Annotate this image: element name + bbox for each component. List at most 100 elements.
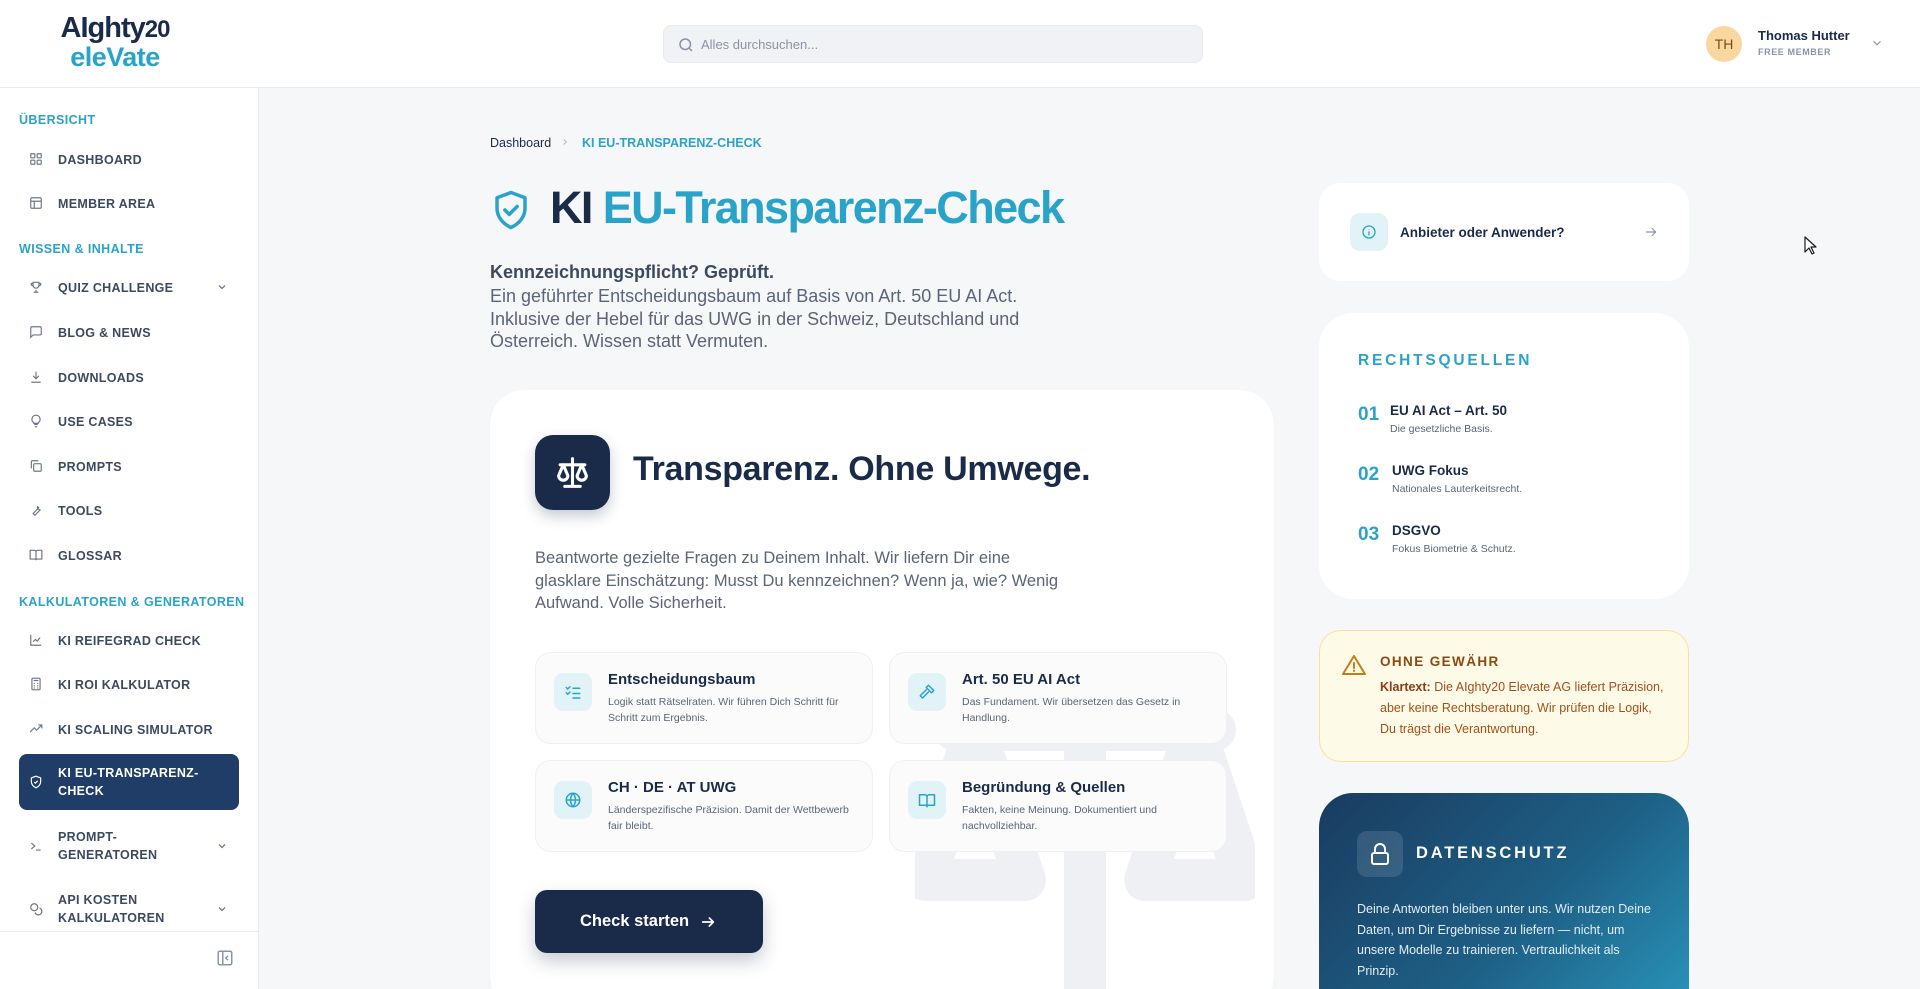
feature-art50: Art. 50 EU AI Act Das Fundament. Wir übe… — [889, 652, 1227, 744]
arrow-right-icon — [701, 917, 715, 927]
sidebar-item-label: KI SCALING SIMULATOR — [58, 723, 213, 737]
intro-card: Transparenz. Ohne Umwege. Beantworte gez… — [490, 390, 1274, 989]
feature-entscheidungsbaum: Entscheidungsbaum Logik statt Rätselrate… — [535, 652, 873, 744]
coins-icon — [30, 903, 43, 916]
feature-desc: Länderspezifische Präzision. Damit der W… — [608, 804, 849, 832]
breadcrumb-current: KI EU-TRANSPARENZ-CHECK — [582, 136, 762, 150]
calculator-icon — [31, 677, 41, 691]
feature-desc: Fakten, keine Meinung. Dokumentiert und … — [962, 804, 1157, 832]
shield-check-icon — [495, 190, 527, 230]
sidebar-item-use-cases[interactable]: USE CASES — [19, 403, 239, 439]
trend-icon — [29, 724, 43, 733]
sidebar-item-label: BLOG & NEWS — [58, 326, 151, 340]
logo-number: 20 — [144, 16, 171, 43]
sidebar-section-calculators: KALKULATOREN & GENERATOREN — [19, 595, 245, 609]
privacy-card: DATENSCHUTZ Deine Antworten bleiben unte… — [1319, 793, 1689, 989]
logo[interactable]: AIghty20 eleVate — [50, 14, 180, 71]
source-number: 02 — [1358, 464, 1380, 485]
feature-quellen: Begründung & Quellen Fakten, keine Meinu… — [889, 760, 1227, 852]
sidebar-item-label: KI REIFEGRAD CHECK — [58, 634, 201, 648]
sidebar-item-label: TOOLS — [58, 504, 103, 518]
sidebar-section-knowledge: WISSEN & INHALTE — [19, 242, 144, 256]
legal-sources-card: RECHTSQUELLEN 01 EU AI Act – Art. 50 Die… — [1319, 313, 1689, 599]
sidebar-item-label: PROMPT-GENERATOREN — [58, 830, 158, 862]
globe-icon — [565, 792, 581, 808]
sidebar-item-member-area[interactable]: MEMBER AREA — [19, 185, 239, 221]
sidebar-item-ki-roi-kalkulator[interactable]: KI ROI KALKULATOR — [19, 666, 239, 702]
sidebar-item-api-kosten-kalkulatoren[interactable]: API KOSTEN KALKULATOREN — [19, 881, 239, 937]
scale-icon-badge — [535, 435, 610, 510]
chevron-down-icon — [1873, 40, 1881, 46]
search-icon — [679, 38, 693, 52]
source-desc: Fokus Biometrie & Schutz. — [1392, 543, 1516, 555]
start-check-button[interactable]: Check starten — [535, 890, 763, 953]
gavel-icon — [919, 684, 935, 699]
chart-icon — [30, 634, 42, 646]
sidebar-item-blog-news[interactable]: BLOG & NEWS — [19, 314, 239, 350]
sidebar-item-label: USE CASES — [58, 415, 133, 429]
chevron-down-icon — [218, 844, 226, 849]
legal-source-item: 02 UWG Fokus Nationales Lauterkeitsrecht… — [1358, 463, 1658, 503]
sidebar-item-tools[interactable]: TOOLS — [19, 492, 239, 528]
sidebar-item-downloads[interactable]: DOWNLOADS — [19, 359, 239, 395]
sidebar-collapse-icon[interactable] — [216, 949, 234, 967]
feature-desc: Das Fundament. Wir übersetzen das Gesetz… — [962, 696, 1181, 724]
sidebar-item-ki-scaling-simulator[interactable]: KI SCALING SIMULATOR — [19, 711, 239, 747]
book-icon — [29, 549, 43, 561]
warning-icon — [1342, 655, 1366, 675]
sidebar-item-ki-eu-transparenz-check[interactable]: KI EU-TRANSPARENZ-CHECK — [19, 754, 239, 810]
feature-title: Art. 50 EU AI Act — [962, 671, 1081, 688]
legal-source-item: 01 EU AI Act – Art. 50 Die gesetzliche B… — [1358, 403, 1658, 443]
page-title-part1: KI — [550, 182, 593, 233]
sidebar-divider — [0, 931, 259, 932]
chevron-right-icon — [563, 139, 567, 145]
legal-source-item: 03 DSGVO Fokus Biometrie & Schutz. — [1358, 523, 1658, 563]
sidebar-item-dashboard[interactable]: DASHBOARD — [19, 141, 239, 177]
feature-uwg: CH · DE · AT UWG Länderspezifische Präzi… — [535, 760, 873, 852]
layout-icon — [30, 197, 42, 209]
sidebar-item-prompt-generatoren[interactable]: PROMPT-GENERATOREN — [19, 818, 239, 874]
logo-line1: AIghty — [60, 12, 146, 44]
sidebar-item-label: KI ROI KALKULATOR — [58, 678, 191, 692]
download-icon — [31, 371, 41, 383]
breadcrumb-dashboard[interactable]: Dashboard — [490, 136, 551, 150]
sidebar-item-prompts[interactable]: PROMPTS — [19, 448, 239, 484]
arrow-right-icon — [1645, 227, 1657, 237]
disclaimer-bold: Klartext: — [1380, 680, 1431, 694]
sidebar-item-ki-reifegrad-check[interactable]: KI REIFEGRAD CHECK — [19, 622, 239, 658]
scale-icon — [557, 457, 588, 488]
chat-icon — [30, 326, 42, 339]
feature-desc: Logik statt Rätselraten. Wir führen Dich… — [608, 696, 839, 724]
search-input[interactable] — [701, 26, 1181, 62]
sidebar-item-label: KI EU-TRANSPARENZ-CHECK — [58, 766, 199, 798]
terminal-icon — [30, 842, 41, 851]
source-number: 03 — [1358, 524, 1380, 545]
sidebar-item-quiz-challenge[interactable]: QUIZ CHALLENGE — [19, 269, 239, 305]
copy-icon — [30, 460, 42, 472]
sidebar-item-label: QUIZ CHALLENGE — [58, 281, 174, 295]
feature-title: Begründung & Quellen — [962, 779, 1126, 796]
source-title: UWG Fokus — [1392, 463, 1469, 478]
sidebar: ÜBERSICHT DASHBOARD MEMBER AREA WISSEN &… — [0, 88, 259, 989]
source-title: EU AI Act – Art. 50 — [1390, 403, 1508, 418]
page-subtitle: Ein geführter Entscheidungsbaum auf Basi… — [490, 286, 1020, 351]
chevron-down-icon — [218, 907, 226, 912]
logo-line2: eleVate — [70, 42, 160, 72]
lock-icon — [1371, 843, 1389, 865]
user-menu[interactable]: TH Thomas Hutter FREE MEMBER — [1706, 26, 1886, 62]
grid-icon — [30, 153, 42, 165]
sidebar-item-glossar[interactable]: GLOSSAR — [19, 537, 239, 573]
feature-title: CH · DE · AT UWG — [608, 779, 737, 796]
lightbulb-icon — [31, 414, 41, 428]
feature-title: Entscheidungsbaum — [608, 671, 756, 688]
search-box[interactable] — [663, 25, 1203, 63]
source-number: 01 — [1358, 404, 1380, 425]
disclaimer-text: Klartext: Die AIghty20 Elevate AG liefer… — [1380, 677, 1670, 740]
chevron-down-icon — [218, 285, 226, 290]
sidebar-item-label: MEMBER AREA — [58, 197, 156, 211]
top-header: AIghty20 eleVate TH Thomas Hutter FREE M… — [0, 0, 1920, 88]
card-description: Beantworte gezielte Fragen zu Deinem Inh… — [535, 549, 1059, 612]
mouse-cursor-icon — [1804, 236, 1817, 255]
privacy-text: Deine Antworten bleiben unter uns. Wir n… — [1357, 902, 1651, 978]
provider-or-user-card[interactable]: Anbieter oder Anwender? — [1319, 183, 1689, 281]
